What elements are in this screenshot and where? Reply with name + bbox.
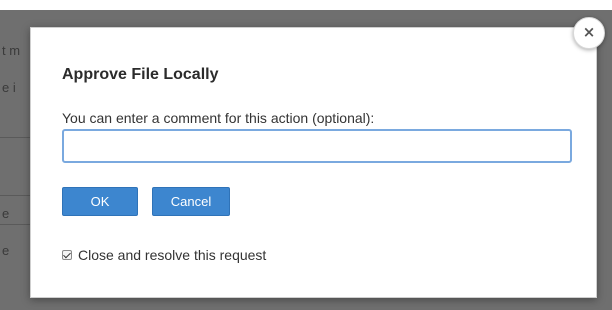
close-icon: × [582,23,596,41]
background-divider [0,195,30,196]
comment-input[interactable] [62,129,572,163]
approve-file-dialog: Approve File Locally You can enter a com… [30,27,597,298]
background-divider [0,137,30,138]
background-text: e [2,243,10,258]
background-text: e [2,206,10,221]
comment-prompt-label: You can enter a comment for this action … [62,110,375,126]
close-dialog-button[interactable]: × [573,17,605,49]
background-text: t m [2,43,21,58]
dialog-title: Approve File Locally [62,66,219,83]
screen: t m e i e e Approve File Locally You can… [0,0,612,310]
ok-button[interactable]: OK [62,187,138,216]
cancel-button[interactable]: Cancel [152,187,230,216]
resolve-request-option[interactable]: Close and resolve this request [62,247,266,263]
background-text: e i [2,80,16,95]
background-divider [0,224,30,225]
resolve-request-checkbox[interactable] [62,250,72,260]
resolve-request-label: Close and resolve this request [78,247,267,263]
